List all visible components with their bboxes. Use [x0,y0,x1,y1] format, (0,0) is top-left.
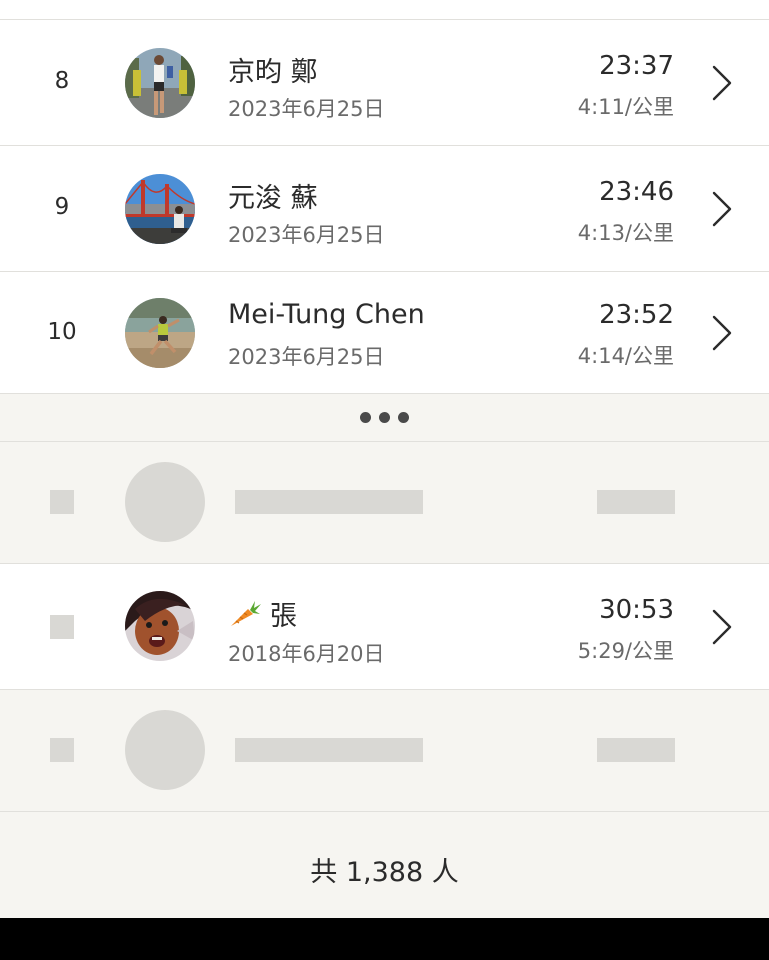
athlete-avatar[interactable] [125,591,195,661]
athlete-name: Mei-Tung Chen [228,299,425,330]
time-placeholder [597,738,675,762]
time-placeholder [597,490,675,514]
chevron-right-icon[interactable] [710,314,734,352]
finish-time: 23:37 [599,51,674,81]
athlete-avatar[interactable] [125,174,195,244]
chevron-right-icon[interactable] [710,190,734,228]
rank-placeholder [50,490,74,514]
trail-runner-photo-avatar [125,298,195,368]
finish-time: 23:46 [599,177,674,207]
face-photo-avatar [125,591,195,661]
loading-row-above [0,442,769,564]
avatar-placeholder [125,462,205,542]
rank-number: 9 [54,194,70,220]
pace: 4:13/公里 [577,221,674,245]
finish-time: 30:53 [599,595,674,625]
pace: 4:14/公里 [577,344,674,368]
leaderboard-footer: 共 1,388 人 [0,812,769,918]
rank-number: 8 [54,68,70,94]
activity-date: 2023年6月25日 [228,345,385,369]
athlete-name: 京昀 鄭 [228,57,318,88]
athlete-avatar[interactable] [125,48,195,118]
activity-date: 2023年6月25日 [228,97,385,121]
runner-photo-avatar [125,48,195,118]
carrot-emoji-icon [228,599,262,636]
rank-placeholder [50,615,74,639]
rank-number: 10 [47,319,77,345]
leaderboard-screen: 8 京昀 鄭 2023年6月25日 23:37 4:11/公里 9 元浚 蘇 2… [0,0,769,918]
current-user-row[interactable]: 張 2018年6月20日 30:53 5:29/公里 [0,564,769,690]
name-placeholder [235,738,423,762]
activity-date: 2023年6月25日 [228,223,385,247]
chevron-right-icon[interactable] [710,608,734,646]
finish-time: 23:52 [599,300,674,330]
pace: 4:11/公里 [577,95,674,119]
leaderboard-row-9[interactable]: 9 元浚 蘇 2023年6月25日 23:46 4:13/公里 [0,146,769,272]
golden-gate-bridge-photo-avatar [125,174,195,244]
total-participants: 共 1,388 人 [310,857,459,888]
athlete-avatar[interactable] [125,298,195,368]
athlete-name-text: 張 [270,601,297,632]
leaderboard-row-10[interactable]: 10 Mei-Tung Chen 2023年6月25日 23:52 4:14/公… [0,272,769,394]
more-rankings-separator [0,394,769,442]
athlete-name: 元浚 蘇 [228,183,318,214]
avatar-placeholder [125,710,205,790]
pace: 5:29/公里 [577,639,674,663]
more-dots-icon[interactable] [358,412,412,424]
chevron-right-icon[interactable] [710,64,734,102]
loading-row-below [0,690,769,812]
name-placeholder [235,490,423,514]
athlete-name: 張 [228,594,297,636]
previous-row-edge [0,0,769,20]
leaderboard-row-8[interactable]: 8 京昀 鄭 2023年6月25日 23:37 4:11/公里 [0,20,769,146]
activity-date: 2018年6月20日 [228,642,385,666]
rank-placeholder [50,738,74,762]
